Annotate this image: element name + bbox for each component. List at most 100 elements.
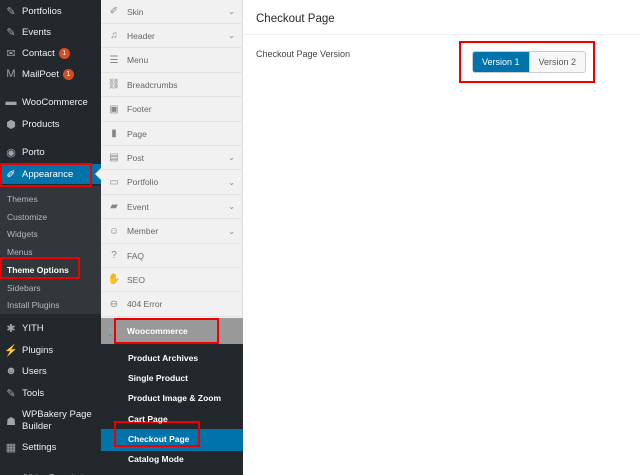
woocommerce-sub-catalog-mode[interactable]: Catalog Mode xyxy=(128,454,184,464)
settings-icon: ▦ xyxy=(5,441,17,454)
options-nav-label: Portfolio xyxy=(127,177,159,188)
options-nav-breadcrumbs[interactable]: ⛓ Breadcrumbs xyxy=(101,73,243,98)
envelope-icon: ✉ xyxy=(6,47,16,60)
main-panel: Checkout Page Checkout Page Version Vers… xyxy=(243,0,640,475)
thumbs-up-icon: ✋ xyxy=(107,274,121,286)
wp-menu-events[interactable]: ✎ Events xyxy=(0,22,101,42)
screen: ✎ Portfolios ✎ Events ✉ Contact 1 M MailPoet 1 ▬ Wo… xyxy=(0,0,640,475)
mailpoet-icon: M xyxy=(6,68,16,80)
appearance-sub-theme-options[interactable]: Theme Options xyxy=(7,265,69,275)
bookmark-icon: ▮ xyxy=(111,128,117,139)
appearance-submenu: Themes Customize Widgets Menus Theme Options… xyxy=(0,186,101,314)
options-nav-label: SEO xyxy=(127,274,145,285)
options-nav-label: Breadcrumbs xyxy=(127,79,178,90)
member-icon: ☺ xyxy=(108,225,120,237)
post-icon: ▤ xyxy=(109,152,119,164)
options-nav-post[interactable]: ▤ Post ⌄ xyxy=(101,146,243,171)
circle-icon: ◉ xyxy=(6,146,16,159)
notification-badge: 1 xyxy=(58,47,70,59)
wp-menu-appearance[interactable]: ✐ Appearance xyxy=(0,164,101,184)
options-nav-label: Skin xyxy=(127,6,144,17)
chevron-down-icon: ⌄ xyxy=(228,7,235,16)
wp-admin-sidebar: ✎ Portfolios ✎ Events ✉ Contact 1 M MailPoet 1 ▬ Wo… xyxy=(0,0,101,475)
link-icon: ⛓ xyxy=(107,79,121,91)
woocommerce-sub-single-product[interactable]: Single Product xyxy=(128,373,188,383)
wp-menu-label: Contact xyxy=(22,47,55,59)
chevron-down-icon: ⌄ xyxy=(228,153,235,163)
appearance-sub-menus[interactable]: Menus xyxy=(7,247,33,257)
appearance-sub-sidebars[interactable]: Sidebars xyxy=(7,283,41,293)
cart-icon: 🛒 xyxy=(108,325,120,336)
wp-menu-contact[interactable]: ✉ Contact 1 xyxy=(0,43,101,63)
wp-menu-label: Settings xyxy=(22,441,57,453)
wpbakery-icon: ☗ xyxy=(6,415,16,428)
wp-menu-label: Events xyxy=(22,26,52,38)
chevron-down-icon: ⌄ xyxy=(228,202,235,212)
options-nav-label: Footer xyxy=(127,104,152,115)
version-1-button[interactable]: Version 1 xyxy=(473,52,529,72)
wp-menu-yith[interactable]: ✱ YITH xyxy=(0,318,101,338)
appearance-sub-widgets[interactable]: Widgets xyxy=(7,229,38,239)
options-nav-menu[interactable]: ☰ Menu xyxy=(101,49,243,73)
options-nav-woocommerce-label: Woocommerce xyxy=(127,326,188,336)
options-nav-footer[interactable]: ▣ Footer xyxy=(101,98,243,122)
chevron-down-icon: ⌄ xyxy=(228,177,235,187)
wp-menu-wpbakery-page-builder[interactable]: ☗ WPBakery Page Builder xyxy=(0,407,101,435)
options-nav-skin[interactable]: ✐ Skin ⌄ xyxy=(101,0,243,24)
box-icon: ⬢ xyxy=(6,118,16,131)
menu-icon: ☰ xyxy=(109,54,119,66)
wrench-icon: ✎ xyxy=(6,387,16,400)
wp-menu-label: Users xyxy=(22,365,47,377)
woocommerce-sub-checkout-page[interactable]: Checkout Page xyxy=(128,434,189,444)
wp-menu-products[interactable]: ⬢ Products xyxy=(0,114,101,134)
wp-menu-slider-revolution[interactable]: ◎Slider Revolution xyxy=(0,465,101,475)
version-2-button[interactable]: Version 2 xyxy=(528,52,586,72)
wp-menu-plugins[interactable]: ⚡ Plugins xyxy=(0,340,101,360)
question-icon: ? xyxy=(111,250,117,261)
options-nav-404-error[interactable]: ⊖ 404 Error xyxy=(101,293,243,317)
wp-menu-label: Products xyxy=(22,118,60,130)
woocommerce-sub-product-archives[interactable]: Product Archives xyxy=(128,353,198,363)
portfolio-icon: ▭ xyxy=(109,176,119,188)
options-nav-label: Member xyxy=(127,226,159,237)
wp-menu-tools[interactable]: ✎ Tools xyxy=(0,383,101,403)
appearance-sub-themes[interactable]: Themes xyxy=(7,194,38,204)
wp-menu-label: Plugins xyxy=(22,344,54,356)
options-nav-member[interactable]: ☺ Member ⌄ xyxy=(101,220,243,244)
options-nav-portfolio[interactable]: ▭ Portfolio ⌄ xyxy=(101,171,243,195)
wp-menu-mailpoet[interactable]: M MailPoet 1 xyxy=(0,64,101,84)
appearance-sub-install-plugins[interactable]: Install Plugins xyxy=(7,300,59,310)
brush-icon: ✐ xyxy=(109,6,119,17)
wp-menu-settings[interactable]: ▦ Settings xyxy=(0,437,101,457)
wp-menu-label: WPBakery Page Builder xyxy=(22,409,92,432)
options-nav-page[interactable]: ▮ Page xyxy=(101,122,243,146)
wp-menu-label: WooCommerce xyxy=(22,96,88,108)
woocommerce-sub-cart-page[interactable]: Cart Page xyxy=(128,414,168,424)
notification-badge: 1 xyxy=(62,68,74,80)
field-label: Checkout Page Version xyxy=(256,49,351,59)
wp-menu-porto[interactable]: ◉ Porto xyxy=(0,142,101,162)
wp-menu-portfolios[interactable]: ✎ Portfolios xyxy=(0,1,101,21)
wp-menu-label: Appearance xyxy=(22,168,74,180)
version-button-group: Version 1 Version 2 xyxy=(472,51,587,73)
options-nav-label: Header xyxy=(127,30,155,41)
yith-icon: ✱ xyxy=(6,322,16,335)
options-nav-event[interactable]: ▰ Event ⌄ xyxy=(101,195,243,220)
options-nav-label: 404 Error xyxy=(127,299,163,310)
pin-icon: ✎ xyxy=(6,5,16,18)
brush-icon: ✐ xyxy=(6,168,16,181)
options-nav-seo[interactable]: ✋ SEO xyxy=(101,268,243,293)
page-title: Checkout Page xyxy=(256,13,335,25)
options-nav-woocommerce[interactable]: 🛒 Woocommerce xyxy=(101,318,243,344)
appearance-sub-customize[interactable]: Customize xyxy=(7,212,47,222)
plug-icon: ⚡ xyxy=(4,344,18,357)
wp-menu-users[interactable]: ☻ Users xyxy=(0,361,101,381)
wp-menu-woocommerce[interactable]: ▬ WooCommerce xyxy=(0,92,101,112)
chevron-down-icon: ⌄ xyxy=(228,226,235,236)
options-nav-header[interactable]: ♫ Header ⌄ xyxy=(101,24,243,49)
options-nav-label: Page xyxy=(127,128,147,139)
headphones-icon: ♫ xyxy=(110,30,118,42)
options-nav-faq[interactable]: ? FAQ xyxy=(101,244,243,268)
woocommerce-sub-product-image-zoom[interactable]: Product Image & Zoom xyxy=(128,393,221,403)
wp-menu-label: YITH xyxy=(22,322,44,334)
